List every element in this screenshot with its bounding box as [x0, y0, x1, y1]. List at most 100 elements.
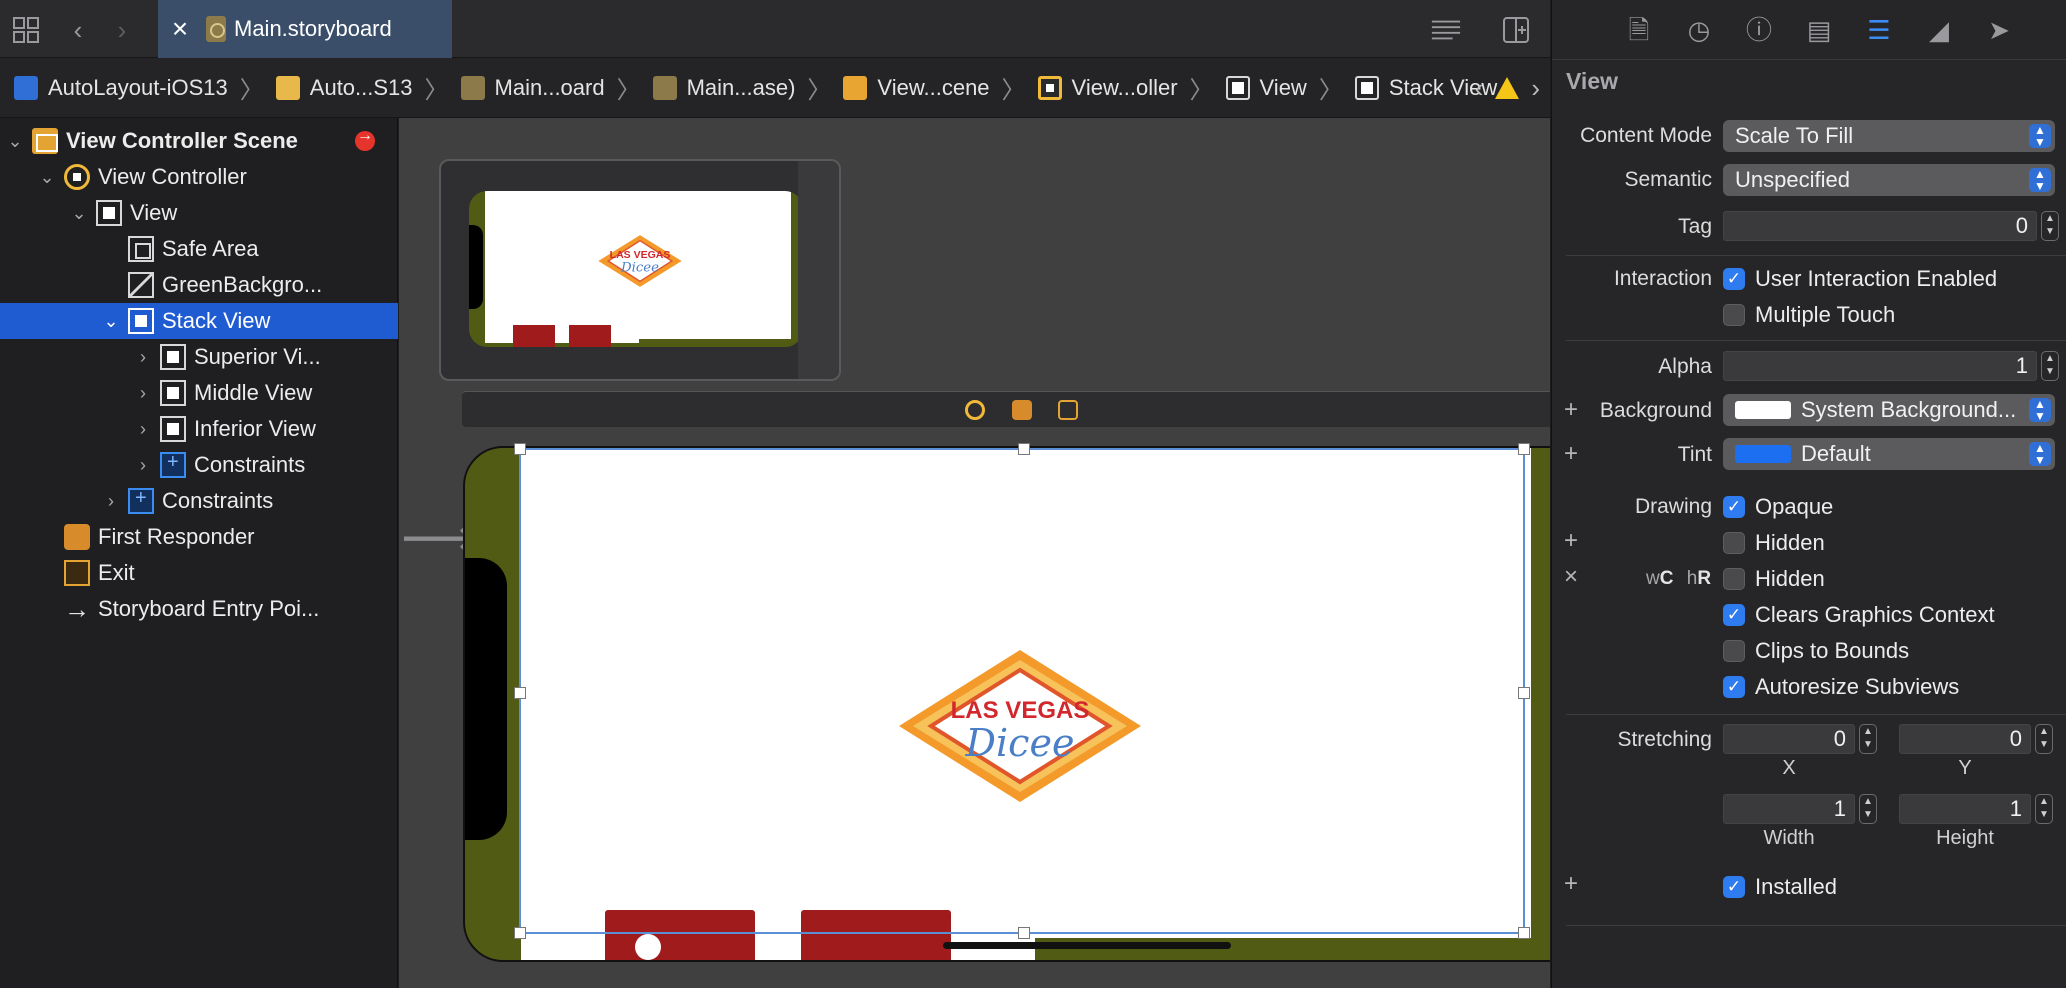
outline-label: View	[130, 200, 178, 225]
error-arrow-icon[interactable]	[355, 127, 375, 151]
file-inspector-icon[interactable]: 🗎	[1624, 15, 1654, 45]
chevron-right-icon[interactable]: ›	[132, 419, 154, 440]
user-interaction-enabled-checkbox[interactable]: ✓ User Interaction Enabled	[1723, 266, 1997, 292]
history-icon[interactable]: ◷	[1684, 15, 1714, 45]
stretching-height-stepper[interactable]: ▲ ▼	[2035, 794, 2053, 824]
view-controller-icon[interactable]	[965, 400, 985, 420]
content-mode-popup[interactable]: Scale To Fill ▲ ▼	[1723, 120, 2055, 152]
back-arrow-icon[interactable]: ‹	[62, 14, 94, 46]
clears-graphics-context-checkbox[interactable]: ✓ Clears Graphics Context	[1723, 602, 1995, 628]
editor-options-glyph	[1431, 20, 1461, 40]
outline-item-green-background[interactable]: GreenBackgro...	[0, 267, 398, 303]
tab-main-storyboard[interactable]: × Main.storyboard	[158, 0, 452, 58]
chevron-right-icon: 〉	[424, 77, 449, 104]
checkbox-empty	[1723, 532, 1745, 554]
chevron-down-icon[interactable]: ⌄	[36, 167, 58, 188]
outline-item-middle-view[interactable]: › Middle View	[0, 375, 398, 411]
outline-item-view-controller-scene[interactable]: ⌄ View Controller Scene	[0, 123, 398, 159]
outline-item-inferior-view[interactable]: › Inferior View	[0, 411, 398, 447]
connections-inspector-icon[interactable]: ➤	[1984, 15, 2014, 45]
grid-icon[interactable]	[10, 14, 42, 46]
stretching-height-label: Height	[1936, 827, 1994, 849]
multiple-touch-checkbox[interactable]: Multiple Touch	[1723, 302, 1895, 328]
remove-variation-icon[interactable]: ×	[1564, 563, 1578, 591]
installed-checkbox[interactable]: ✓ Installed	[1723, 874, 1837, 900]
alpha-stepper[interactable]: ▲ ▼	[2041, 351, 2059, 381]
stretching-y-stepper[interactable]: ▲ ▼	[2035, 724, 2053, 754]
resize-handle[interactable]	[514, 687, 526, 699]
opaque-checkbox[interactable]: ✓ Opaque	[1723, 494, 1833, 520]
help-icon[interactable]: ⓘ	[1744, 15, 1774, 45]
size-inspector-icon[interactable]: ◢	[1924, 15, 1954, 45]
breadcrumb-item-view-controller[interactable]: View...oller 〉	[1037, 70, 1226, 105]
chevron-right-icon[interactable]: ›	[132, 455, 154, 476]
clips-to-bounds-checkbox[interactable]: Clips to Bounds	[1723, 638, 1909, 664]
breadcrumb-item-folder[interactable]: Auto...S13 〉	[275, 70, 461, 105]
breadcrumb-item-project[interactable]: AutoLayout-iOS13 〉	[14, 70, 276, 105]
outline-item-safe-area[interactable]: Safe Area	[0, 231, 398, 267]
breadcrumb-item-base[interactable]: Main...ase) 〉	[652, 70, 844, 105]
add-editor-icon[interactable]	[1500, 14, 1532, 46]
autoresize-subviews-checkbox[interactable]: ✓ Autoresize Subviews	[1723, 674, 1959, 700]
hidden-variant-checkbox[interactable]: Hidden	[1723, 566, 1825, 592]
tint-color-popup[interactable]: Default ▲ ▼	[1723, 438, 2055, 470]
first-responder-icon[interactable]	[1012, 400, 1032, 420]
stack-view-selection[interactable]	[514, 443, 1530, 939]
stretching-y-field[interactable]: 0	[1899, 724, 2031, 754]
chevron-right-icon[interactable]: ›	[132, 383, 154, 404]
outline-item-exit[interactable]: Exit	[0, 555, 398, 591]
background-color-popup[interactable]: System Background... ▲ ▼	[1723, 394, 2055, 426]
outline-item-view-constraints[interactable]: › Constraints	[0, 483, 398, 519]
outline-item-entry-point[interactable]: → Storyboard Entry Poi...	[0, 591, 398, 627]
add-installed-variation-icon[interactable]: +	[1564, 870, 1578, 898]
breadcrumb-item-view[interactable]: View 〉	[1225, 70, 1355, 105]
chevron-down-icon[interactable]: ⌄	[100, 311, 122, 332]
next-issue-icon[interactable]: ›	[1531, 73, 1540, 104]
close-tab-icon[interactable]: ×	[158, 13, 202, 45]
resize-handle[interactable]	[1518, 443, 1530, 455]
outline-item-view[interactable]: ⌄ View	[0, 195, 398, 231]
resize-handle[interactable]	[1018, 443, 1030, 455]
warning-icon[interactable]	[1495, 77, 1520, 99]
resize-handle[interactable]	[1518, 687, 1530, 699]
exit-icon[interactable]	[1058, 400, 1078, 420]
resize-handle[interactable]	[1518, 927, 1530, 939]
tag-stepper[interactable]: ▲ ▼	[2041, 211, 2059, 241]
stretching-width-field[interactable]: 1	[1723, 794, 1855, 824]
attributes-inspector-icon[interactable]: ☰	[1864, 15, 1894, 45]
first-responder-icon	[64, 524, 90, 550]
scene-thumbnail[interactable]: LAS VEGAS Dicee	[439, 159, 841, 381]
hidden-checkbox[interactable]: Hidden	[1723, 530, 1825, 556]
chevron-down-icon[interactable]: ⌄	[68, 203, 90, 224]
alpha-label: Alpha	[1658, 355, 1712, 378]
breadcrumb-item-scene[interactable]: View...cene 〉	[843, 70, 1037, 105]
previous-issue-icon[interactable]: ‹	[1475, 73, 1484, 104]
tint-color-swatch	[1735, 445, 1791, 463]
resize-handle[interactable]	[1018, 927, 1030, 939]
outline-item-view-controller[interactable]: ⌄ View Controller	[0, 159, 398, 195]
storyboard-canvas[interactable]: LAS VEGAS Dicee ⟶ LAS VEGAS Dicee	[399, 118, 1550, 988]
chevron-down-icon[interactable]: ⌄	[4, 131, 26, 152]
stretching-height-field[interactable]: 1	[1899, 794, 2031, 824]
chevron-right-icon[interactable]: ›	[132, 347, 154, 368]
stretching-x-stepper[interactable]: ▲ ▼	[1859, 724, 1877, 754]
semantic-popup[interactable]: Unspecified ▲ ▼	[1723, 164, 2055, 196]
stretching-x-field[interactable]: 0	[1723, 724, 1855, 754]
add-hidden-variation-icon[interactable]: +	[1564, 527, 1578, 555]
outline-item-stack-view[interactable]: ⌄ Stack View	[0, 303, 398, 339]
forward-arrow-icon[interactable]: ›	[106, 14, 138, 46]
identity-inspector-icon[interactable]: ▤	[1804, 15, 1834, 45]
editor-options-icon[interactable]	[1430, 14, 1462, 46]
breadcrumb-item-storyboard[interactable]: Main...oard 〉	[460, 70, 653, 105]
outline-item-first-responder[interactable]: First Responder	[0, 519, 398, 555]
stretching-width-stepper[interactable]: ▲ ▼	[1859, 794, 1877, 824]
outline-item-stack-constraints[interactable]: › Constraints	[0, 447, 398, 483]
outline-item-superior-view[interactable]: › Superior Vi...	[0, 339, 398, 375]
chevron-right-icon[interactable]: ›	[100, 491, 122, 512]
alpha-field[interactable]: 1	[1723, 351, 2037, 381]
tag-field[interactable]: 0	[1723, 211, 2037, 241]
resize-handle[interactable]	[514, 927, 526, 939]
resize-handle[interactable]	[514, 443, 526, 455]
size-class-label: wC hR	[1646, 568, 1711, 590]
size-class-h: R	[1697, 568, 1712, 589]
